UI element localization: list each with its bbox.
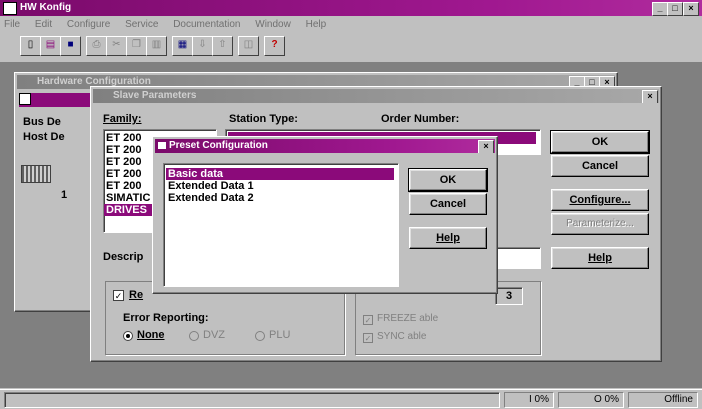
help-icon[interactable]: ? <box>264 36 285 56</box>
download-icon[interactable]: ⇩ <box>192 36 213 56</box>
preset-ok-button[interactable]: OK <box>408 168 488 192</box>
minimize-icon[interactable]: _ <box>652 2 668 16</box>
radio-dvz-label[interactable]: DVZ <box>203 329 225 341</box>
rack-icon <box>21 165 51 183</box>
menu-bar: File Edit Configure Service Documentatio… <box>4 17 694 33</box>
parameterize-button[interactable]: Parameterize... <box>551 213 649 235</box>
menu-file[interactable]: File <box>4 19 20 30</box>
cut-icon[interactable]: ✂ <box>106 36 127 56</box>
status-message <box>4 392 500 408</box>
sync-checkbox-label[interactable]: SYNC able <box>377 331 426 342</box>
app-title: HW Konfig <box>20 2 72 13</box>
radio-plu[interactable] <box>255 331 265 341</box>
print-icon[interactable]: ⎙ <box>86 36 107 56</box>
radio-none[interactable] <box>123 331 133 341</box>
menu-edit[interactable]: Edit <box>35 19 52 30</box>
toolbar: ▯ ▤ ■ ⎙ ✂ ❐ ▥ ▦ ⇩ ⇧ ◫ ? <box>20 36 360 56</box>
host-label: Host De <box>23 131 65 143</box>
error-reporting-label: Error Reporting: <box>123 312 209 324</box>
slave-title: Slave Parameters <box>113 90 197 101</box>
copy-icon[interactable]: ❐ <box>126 36 147 56</box>
response-checkbox-label[interactable]: Re <box>129 289 143 301</box>
cancel-button[interactable]: Cancel <box>551 155 649 177</box>
mdi-inner-icon <box>19 93 31 105</box>
menu-help[interactable]: Help <box>306 19 327 30</box>
station-icon[interactable]: ◫ <box>238 36 259 56</box>
menu-configure[interactable]: Configure <box>67 19 110 30</box>
app-icon <box>3 2 17 15</box>
slave-close-icon[interactable]: × <box>642 90 658 103</box>
preset-item-extended-data-1[interactable]: Extended Data 1 <box>166 180 396 192</box>
preset-cancel-button[interactable]: Cancel <box>409 193 487 215</box>
menu-window[interactable]: Window <box>255 19 291 30</box>
status-online-state: Offline <box>628 392 698 408</box>
family-label: Family: <box>103 113 142 125</box>
freeze-checkbox-label[interactable]: FREEZE able <box>377 313 438 324</box>
station-type-label: Station Type: <box>229 113 298 125</box>
open-icon[interactable]: ▤ <box>40 36 61 56</box>
status-output-load: O 0% <box>558 392 624 408</box>
menu-service[interactable]: Service <box>125 19 158 30</box>
menu-documentation[interactable]: Documentation <box>173 19 240 30</box>
preset-item-extended-data-2[interactable]: Extended Data 2 <box>166 192 396 204</box>
slot-number: 1 <box>61 189 68 201</box>
preset-close-icon[interactable]: × <box>478 140 494 153</box>
radio-none-label[interactable]: None <box>137 329 165 341</box>
close-icon[interactable]: × <box>683 2 699 16</box>
radio-plu-label[interactable]: PLU <box>269 329 290 341</box>
description-label: Descrip <box>103 251 144 263</box>
save-icon[interactable]: ■ <box>60 36 81 56</box>
help-button[interactable]: Help <box>551 247 649 269</box>
preset-configuration-dialog: Preset Configuration × Basic data Extend… <box>152 136 498 294</box>
address-field[interactable]: 3 <box>495 287 523 305</box>
order-number-label: Order Number: <box>381 113 460 125</box>
response-checkbox[interactable]: ✓ <box>113 290 124 301</box>
preset-item-basic-data[interactable]: Basic data <box>166 168 394 180</box>
sync-checkbox[interactable]: ✓ <box>363 333 373 343</box>
freeze-checkbox[interactable]: ✓ <box>363 315 373 325</box>
preset-title-icon <box>158 142 166 149</box>
status-input-load: I 0% <box>504 392 554 408</box>
paste-icon[interactable]: ▥ <box>146 36 167 56</box>
maximize-icon[interactable]: □ <box>667 2 683 16</box>
preset-title: Preset Configuration <box>169 140 268 151</box>
configure-button[interactable]: Configure... <box>551 189 649 211</box>
catalog-icon[interactable]: ▦ <box>172 36 193 56</box>
app-title-bar[interactable]: HW Konfig _ □ × <box>0 0 702 16</box>
preset-title-bar[interactable]: Preset Configuration × <box>155 139 495 153</box>
upload-icon[interactable]: ⇧ <box>212 36 233 56</box>
preset-list[interactable]: Basic data Extended Data 1 Extended Data… <box>163 163 399 287</box>
bus-label: Bus De <box>23 116 61 128</box>
status-bar: I 0% O 0% Offline <box>0 389 702 409</box>
radio-dvz[interactable] <box>189 331 199 341</box>
slave-title-bar[interactable]: Slave Parameters × <box>93 89 659 103</box>
new-icon[interactable]: ▯ <box>20 36 41 56</box>
preset-help-button[interactable]: Help <box>409 227 487 249</box>
ok-button[interactable]: OK <box>550 130 650 154</box>
